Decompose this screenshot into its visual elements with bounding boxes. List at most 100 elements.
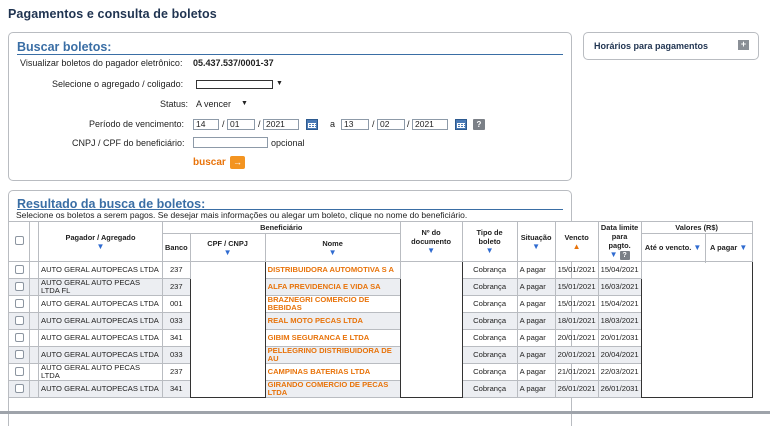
row-checkbox[interactable] <box>14 264 24 274</box>
help-icon[interactable]: ? <box>473 119 485 130</box>
bank-cell: 033 <box>162 312 191 330</box>
row-spacer <box>29 261 39 279</box>
to-day-input[interactable]: 13 <box>341 119 369 130</box>
from-day-input[interactable]: 14 <box>193 119 219 130</box>
beneficiary-name-link[interactable]: BRAZNEGRI COMERCIO DE BEBIDAS <box>264 295 401 313</box>
chevron-down-icon[interactable]: ▼ <box>276 80 283 87</box>
payer-label: Visualizar boletos do pagador eletrônico… <box>20 58 183 68</box>
bank-cell: 237 <box>162 363 191 381</box>
to-pay-header[interactable]: A pagar ▼ <box>704 233 753 262</box>
beneficiary-name-link[interactable]: GIRANDO COMERCIO DE PECAS LTDA <box>264 380 401 398</box>
name-header-label: Nome <box>322 238 343 248</box>
cpf-header[interactable]: CPF / CNPJ ▼ <box>189 233 266 262</box>
row-checkbox[interactable] <box>14 332 24 342</box>
status-header-label: Situação <box>520 232 552 242</box>
sort-down-icon[interactable]: ▼ <box>193 248 263 257</box>
beneficiary-name-link[interactable]: DISTRIBUIDORA AUTOMOTIVA S A <box>264 261 401 279</box>
table-row[interactable]: AUTO GERAL AUTOPECAS LTDA 033 PELLEGRINO D… <box>8 346 753 364</box>
row-select-cell[interactable] <box>8 278 30 296</box>
table-row[interactable]: AUTO GERAL AUTOPECAS LTDA 033 REAL MOTO PE… <box>8 312 753 330</box>
arrow-right-icon[interactable]: → <box>230 156 245 169</box>
until-due-header[interactable]: Até o vencto. ▼ <box>640 233 706 262</box>
payer-cell: AUTO GERAL AUTOPECAS LTDA <box>38 380 163 398</box>
payer-value: 05.437.537/0001-37 <box>193 58 274 68</box>
row-select-cell[interactable] <box>8 312 30 330</box>
due-cell: 15/01/2021 <box>554 261 599 279</box>
due-cell: 15/01/2021 <box>554 278 599 296</box>
limit-header[interactable]: Data limite para pagto. ▼ ? <box>597 221 642 262</box>
date-separator: / <box>258 119 261 129</box>
row-checkbox[interactable] <box>14 281 24 291</box>
help-icon[interactable]: ? <box>619 251 630 260</box>
select-all-cell[interactable] <box>8 221 30 262</box>
payment-hours-title[interactable]: Horários para pagamentos <box>594 41 708 51</box>
sort-down-icon[interactable]: ▼ <box>610 250 618 259</box>
table-row[interactable]: AUTO GERAL AUTOPECAS LTDA 001 BRAZNEGRI CO… <box>8 295 753 313</box>
beneficiary-name-link[interactable]: ALFA PREVIDENCIA E VIDA SA <box>264 278 401 296</box>
limit-cell: 26/01/2031 <box>597 380 642 398</box>
table-row[interactable]: AUTO GERAL AUTOPECAS LTDA 341 GIBIM SEGURA… <box>8 329 753 347</box>
results-table: Pagador / Agregado ▼ Beneficiário Nº do d… <box>8 221 753 398</box>
sort-down-icon[interactable]: ▼ <box>520 242 553 251</box>
type-header[interactable]: Tipo de boleto ▼ <box>461 221 518 262</box>
payer-header-label: Pagador / Agregado <box>65 232 136 242</box>
sort-down-icon[interactable]: ▼ <box>693 243 701 252</box>
row-select-cell[interactable] <box>8 363 30 381</box>
type-cell: Cobrança <box>461 261 518 279</box>
table-row[interactable]: AUTO GERAL AUTOPECAS LTDA 341 GIRANDO COME… <box>8 380 753 398</box>
sort-down-icon[interactable]: ▼ <box>465 246 515 255</box>
row-checkbox[interactable] <box>14 383 24 393</box>
plus-icon[interactable]: + <box>738 40 749 50</box>
status-label: Status: <box>160 99 189 109</box>
type-header-label: Tipo de boleto <box>476 228 503 246</box>
doc-header[interactable]: Nº do documento ▼ <box>399 221 463 262</box>
beneficiary-name-link[interactable]: CAMPINAS BATERIAS LTDA <box>264 363 401 381</box>
sort-down-icon[interactable]: ▼ <box>268 248 398 257</box>
table-row[interactable]: AUTO GERAL AUTO PECAS LTDA FL 237 ALFA PRE… <box>8 278 753 296</box>
due-cell: 15/01/2021 <box>554 295 599 313</box>
beneficiary-name-link[interactable]: PELLEGRINO DISTRIBUIDORA DE AU <box>264 346 401 364</box>
aggregate-select[interactable] <box>196 80 273 89</box>
row-checkbox[interactable] <box>14 366 24 376</box>
status-cell: A pagar <box>516 363 556 381</box>
results-body: AUTO GERAL AUTOPECAS LTDA 237 DISTRIBUIDOR… <box>8 261 753 398</box>
sort-down-icon[interactable]: ▼ <box>403 246 460 255</box>
sort-up-icon[interactable]: ▲ <box>558 242 596 251</box>
beneficiary-name-link[interactable]: GIBIM SEGURANCA E LTDA <box>264 329 401 347</box>
row-spacer <box>29 278 39 296</box>
chevron-down-icon[interactable]: ▼ <box>241 100 248 107</box>
select-all-checkbox[interactable] <box>14 236 24 245</box>
sort-down-icon[interactable]: ▼ <box>41 242 160 251</box>
limit-cell: 15/04/2021 <box>597 261 642 279</box>
name-header[interactable]: Nome ▼ <box>264 233 401 262</box>
row-select-cell[interactable] <box>8 329 30 347</box>
from-year-input[interactable]: 2021 <box>263 119 299 130</box>
row-select-cell[interactable] <box>8 346 30 364</box>
due-header[interactable]: Vencto ▲ <box>554 221 599 262</box>
sort-down-icon[interactable]: ▼ <box>739 243 747 252</box>
to-year-input[interactable]: 2021 <box>412 119 448 130</box>
row-select-cell[interactable] <box>8 295 30 313</box>
beneficiary-name-link[interactable]: REAL MOTO PECAS LTDA <box>264 312 401 330</box>
calendar-icon[interactable] <box>455 119 467 130</box>
row-select-cell[interactable] <box>8 261 30 279</box>
search-button-label[interactable]: buscar <box>193 157 226 168</box>
cnpj-input[interactable] <box>193 137 268 148</box>
payer-header[interactable]: Pagador / Agregado ▼ <box>38 221 163 262</box>
calendar-icon[interactable] <box>306 119 318 130</box>
row-select-cell[interactable] <box>8 380 30 398</box>
row-checkbox[interactable] <box>14 298 24 308</box>
from-month-input[interactable]: 01 <box>227 119 255 130</box>
payer-cell: AUTO GERAL AUTOPECAS LTDA <box>38 261 163 279</box>
bank-header: Banco <box>162 233 191 262</box>
row-checkbox[interactable] <box>14 349 24 359</box>
table-row[interactable]: AUTO GERAL AUTO PECAS LTDA 237 CAMPINAS BA… <box>8 363 753 381</box>
payment-hours-panel[interactable]: Horários para pagamentos + <box>583 32 759 60</box>
until-due-label: Até o vencto. <box>644 243 692 252</box>
row-spacer <box>29 329 39 347</box>
status-header[interactable]: Situação ▼ <box>516 221 556 262</box>
to-month-input[interactable]: 02 <box>377 119 405 130</box>
row-checkbox[interactable] <box>14 315 24 325</box>
status-select[interactable]: A vencer <box>196 99 231 109</box>
table-row[interactable]: AUTO GERAL AUTOPECAS LTDA 237 DISTRIBUIDOR… <box>8 261 753 398</box>
